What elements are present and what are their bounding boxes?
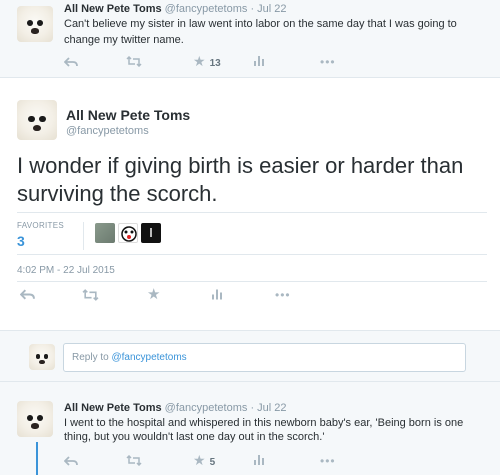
- reply-mention: @fancypetetoms: [111, 352, 187, 363]
- divider: [17, 281, 487, 282]
- tweet-header: All New Pete Toms @fancypetetoms · Jul 2…: [64, 3, 287, 15]
- avatar[interactable]: [17, 6, 53, 42]
- favorite-action[interactable]: ★ 5: [193, 452, 215, 469]
- favoriter-avatar[interactable]: [95, 223, 115, 243]
- divider: [17, 254, 487, 255]
- avatar[interactable]: [17, 401, 53, 437]
- retweet-icon[interactable]: [126, 55, 142, 70]
- favorite-count: 13: [209, 58, 221, 69]
- tweet-text: I went to the hospital and whispered in …: [64, 417, 464, 443]
- author-handle[interactable]: @fancypetetoms: [66, 125, 149, 137]
- favorite-action[interactable]: ★ 13: [193, 53, 221, 70]
- tweet-header: All New Pete Toms @fancypetetoms · Jul 2…: [64, 402, 287, 414]
- more-icon[interactable]: •••: [275, 288, 291, 302]
- author-name[interactable]: All New Pete Toms: [66, 107, 190, 123]
- tweet-timestamp[interactable]: 4:02 PM - 22 Jul 2015: [17, 265, 115, 276]
- retweet-icon[interactable]: [82, 289, 99, 304]
- favorite-count: 5: [209, 457, 216, 468]
- stats-icon[interactable]: [254, 454, 264, 468]
- divider: [83, 222, 84, 250]
- reply-icon[interactable]: [63, 56, 78, 70]
- star-icon[interactable]: ★: [147, 285, 160, 303]
- stats-icon[interactable]: [212, 288, 222, 303]
- tweet-date[interactable]: · Jul 22: [250, 3, 286, 15]
- tweet-previous[interactable]: All New Pete Toms @fancypetetoms · Jul 2…: [0, 0, 500, 78]
- more-icon[interactable]: •••: [320, 55, 336, 69]
- divider: [17, 212, 487, 213]
- reply-icon[interactable]: [19, 289, 35, 303]
- avatar: [29, 344, 55, 370]
- tweet-text: I wonder if giving birth is easier or ha…: [17, 153, 464, 206]
- tweet-reply[interactable]: All New Pete Toms @fancypetetoms · Jul 2…: [0, 382, 500, 475]
- author-name[interactable]: All New Pete Toms: [64, 402, 162, 414]
- star-icon[interactable]: ★: [193, 53, 206, 69]
- reply-icon[interactable]: [63, 455, 78, 469]
- favorites-label[interactable]: FAVORITES: [17, 221, 64, 230]
- retweet-icon[interactable]: [126, 454, 142, 469]
- author-name[interactable]: All New Pete Toms: [64, 3, 162, 15]
- favorites-count[interactable]: 3: [17, 233, 25, 249]
- star-icon[interactable]: ★: [193, 452, 206, 468]
- tweet-focused: All New Pete Toms @fancypetetoms I wonde…: [0, 78, 500, 330]
- reply-prefix: Reply to: [72, 352, 109, 363]
- thread-line: [36, 442, 38, 475]
- tweet-date[interactable]: · Jul 22: [250, 402, 286, 414]
- tweet-text: Can't believe my sister in law went into…: [64, 18, 457, 46]
- stats-icon[interactable]: [254, 55, 264, 69]
- favoriter-avatar[interactable]: [118, 223, 138, 243]
- avatar[interactable]: [17, 100, 57, 140]
- more-icon[interactable]: •••: [320, 454, 336, 468]
- author-handle[interactable]: @fancypetetoms: [165, 402, 248, 414]
- reply-composer: Reply to @fancypetetoms: [0, 330, 500, 382]
- author-handle[interactable]: @fancypetetoms: [165, 3, 248, 15]
- reply-input[interactable]: Reply to @fancypetetoms: [63, 343, 466, 372]
- favoriter-avatar[interactable]: [141, 223, 161, 243]
